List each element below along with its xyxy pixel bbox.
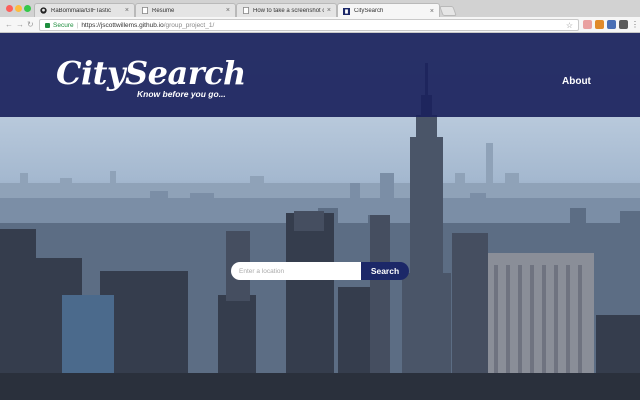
site-favicon-icon [343,7,350,15]
about-link[interactable]: About [562,76,591,87]
extension-icon[interactable] [607,20,616,29]
location-search-input[interactable] [231,262,361,280]
lock-icon [45,22,50,28]
extension-icon[interactable] [595,20,604,29]
site-header: CitySearch Know before you go... About [0,33,640,117]
forward-arrow-icon[interactable]: → [16,20,24,30]
document-icon [141,7,148,14]
tab-label: How to take a screenshot on y [253,7,324,14]
close-icon[interactable]: × [125,7,129,14]
tab-label: CitySearch [354,8,384,14]
new-tab-button[interactable] [439,6,457,16]
close-icon[interactable]: × [226,7,230,14]
url-host: https://jscottwillems.github.io [81,21,164,29]
location-search-form: Search [231,262,409,280]
search-button[interactable]: Search [361,262,409,280]
site-logo[interactable]: CitySearch [56,55,246,91]
close-icon[interactable]: × [327,7,331,14]
menu-dots-icon[interactable]: ⋮ [631,20,639,30]
tab-resume[interactable]: Resume × [135,3,236,17]
tab-giftastic[interactable]: RaBommala/GIFTastic × [34,3,135,17]
site-tagline: Know before you go... [137,89,226,99]
tab-citysearch[interactable]: CitySearch × [337,3,440,18]
url-path: /group_project_1/ [163,21,215,29]
extension-icon[interactable] [583,20,592,29]
back-arrow-icon[interactable]: ← [5,20,13,30]
tab-label: RaBommala/GIFTastic [51,7,112,14]
browser-toolbar: ← → ↻ Secure | https://jscottwillems.git… [0,17,640,33]
extension-icon[interactable] [619,20,628,29]
minimize-window-button[interactable] [15,5,22,12]
close-icon[interactable]: × [430,8,434,15]
tab-bar: RaBommala/GIFTastic × Resume × How to ta… [0,0,640,18]
tab-label: Resume [152,7,175,14]
bookmark-star-icon[interactable]: ☆ [566,21,573,30]
address-separator: | [76,21,79,29]
browser-chrome: RaBommala/GIFTastic × Resume × How to ta… [0,0,640,33]
address-bar[interactable]: Secure | https://jscottwillems.github.io… [39,19,579,31]
page-icon [242,7,249,14]
secure-label: Secure [53,21,74,29]
tab-screenshot-help[interactable]: How to take a screenshot on y × [236,3,337,17]
maximize-window-button[interactable] [24,5,31,12]
github-icon [40,7,47,14]
close-window-button[interactable] [6,5,13,12]
page-content: CitySearch Know before you go... About S… [0,33,640,400]
reload-icon[interactable]: ↻ [27,20,34,30]
